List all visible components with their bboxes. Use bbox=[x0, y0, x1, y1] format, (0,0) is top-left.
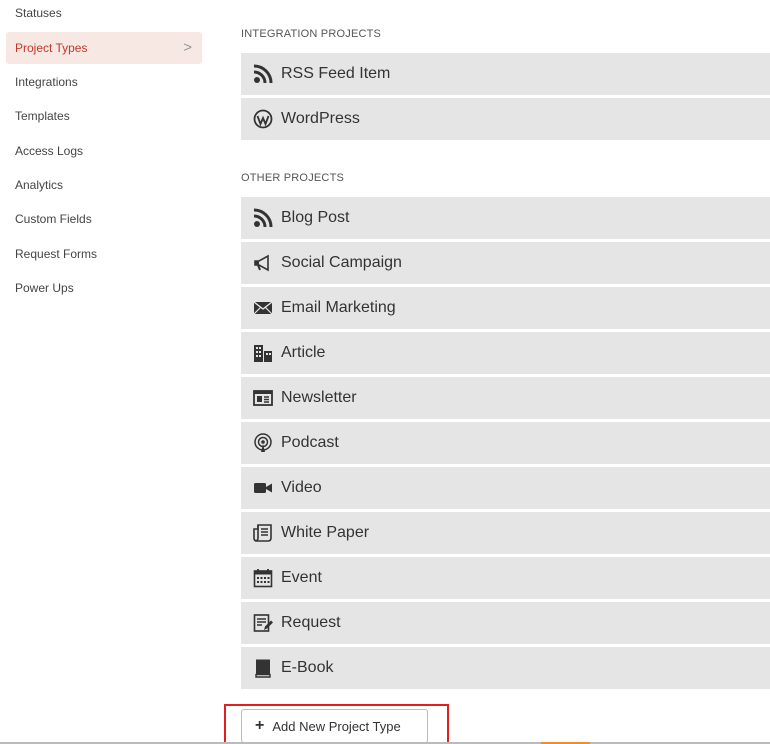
project-type-label: Request bbox=[281, 614, 341, 631]
section-title-integration: INTEGRATION PROJECTS bbox=[241, 28, 382, 40]
megaphone-icon bbox=[252, 252, 274, 274]
project-type-request[interactable]: Request bbox=[241, 602, 770, 644]
project-type-label: Email Marketing bbox=[281, 299, 396, 316]
sidebar-item-statuses[interactable]: Statuses bbox=[6, 0, 202, 29]
sidebar-item-analytics[interactable]: Analytics bbox=[6, 169, 202, 201]
buildings-icon bbox=[252, 342, 274, 364]
sidebar-item-label: Integrations bbox=[15, 75, 78, 89]
scroll-icon bbox=[252, 522, 274, 544]
video-camera-icon bbox=[252, 477, 274, 499]
project-type-wordpress[interactable]: WordPress bbox=[241, 98, 770, 140]
sidebar-item-label: Custom Fields bbox=[15, 212, 92, 226]
sidebar-item-custom-fields[interactable]: Custom Fields bbox=[6, 203, 202, 235]
project-type-label: Podcast bbox=[281, 434, 339, 451]
project-type-label: Event bbox=[281, 569, 322, 586]
project-type-podcast[interactable]: Podcast bbox=[241, 422, 770, 464]
project-type-label: Article bbox=[281, 344, 326, 361]
project-type-e-book[interactable]: E-Book bbox=[241, 647, 770, 689]
project-type-rss-feed-item[interactable]: RSS Feed Item bbox=[241, 53, 770, 95]
sidebar-item-label: Project Types bbox=[15, 41, 88, 55]
sidebar-item-label: Power Ups bbox=[15, 281, 74, 295]
project-type-email-marketing[interactable]: Email Marketing bbox=[241, 287, 770, 329]
project-type-white-paper[interactable]: White Paper bbox=[241, 512, 770, 554]
sidebar-item-label: Templates bbox=[15, 109, 70, 123]
sidebar-item-power-ups[interactable]: Power Ups bbox=[6, 272, 202, 304]
wordpress-icon bbox=[252, 108, 274, 130]
project-type-label: RSS Feed Item bbox=[281, 65, 391, 82]
edit-form-icon bbox=[252, 612, 274, 634]
project-type-blog-post[interactable]: Blog Post bbox=[241, 197, 770, 239]
project-type-label: WordPress bbox=[281, 110, 360, 127]
sidebar-item-label: Request Forms bbox=[15, 247, 98, 261]
add-project-type-button[interactable]: + Add New Project Type bbox=[241, 709, 428, 743]
project-type-label: White Paper bbox=[281, 524, 370, 541]
project-type-article[interactable]: Article bbox=[241, 332, 770, 374]
newspaper-icon bbox=[252, 387, 274, 409]
project-type-social-campaign[interactable]: Social Campaign bbox=[241, 242, 770, 284]
project-type-video[interactable]: Video bbox=[241, 467, 770, 509]
sidebar-item-label: Analytics bbox=[15, 178, 64, 192]
sidebar-item-templates[interactable]: Templates bbox=[6, 100, 202, 132]
sidebar-item-access-logs[interactable]: Access Logs bbox=[6, 135, 202, 167]
project-type-label: Blog Post bbox=[281, 209, 350, 226]
envelope-icon bbox=[252, 297, 274, 319]
sidebar-item-request-forms[interactable]: Request Forms bbox=[6, 238, 202, 270]
project-type-newsletter[interactable]: Newsletter bbox=[241, 377, 770, 419]
project-type-label: Newsletter bbox=[281, 389, 357, 406]
add-button-label: Add New Project Type bbox=[272, 718, 401, 734]
podcast-icon bbox=[252, 432, 274, 454]
sidebar-item-project-types[interactable]: Project Types > bbox=[6, 32, 202, 64]
rss-icon bbox=[252, 63, 274, 85]
sidebar-item-integrations[interactable]: Integrations bbox=[6, 66, 202, 98]
project-type-label: E-Book bbox=[281, 659, 334, 676]
project-type-label: Video bbox=[281, 479, 322, 496]
calendar-icon bbox=[252, 567, 274, 589]
project-type-label: Social Campaign bbox=[281, 254, 402, 271]
chevron-right-icon: > bbox=[183, 39, 192, 56]
sidebar-item-label: Statuses bbox=[15, 6, 62, 20]
section-title-other: OTHER PROJECTS bbox=[241, 172, 345, 184]
rss-icon bbox=[252, 207, 274, 229]
project-type-event[interactable]: Event bbox=[241, 557, 770, 599]
plus-icon: + bbox=[255, 717, 265, 734]
sidebar-item-label: Access Logs bbox=[15, 144, 84, 158]
book-icon bbox=[252, 657, 274, 679]
